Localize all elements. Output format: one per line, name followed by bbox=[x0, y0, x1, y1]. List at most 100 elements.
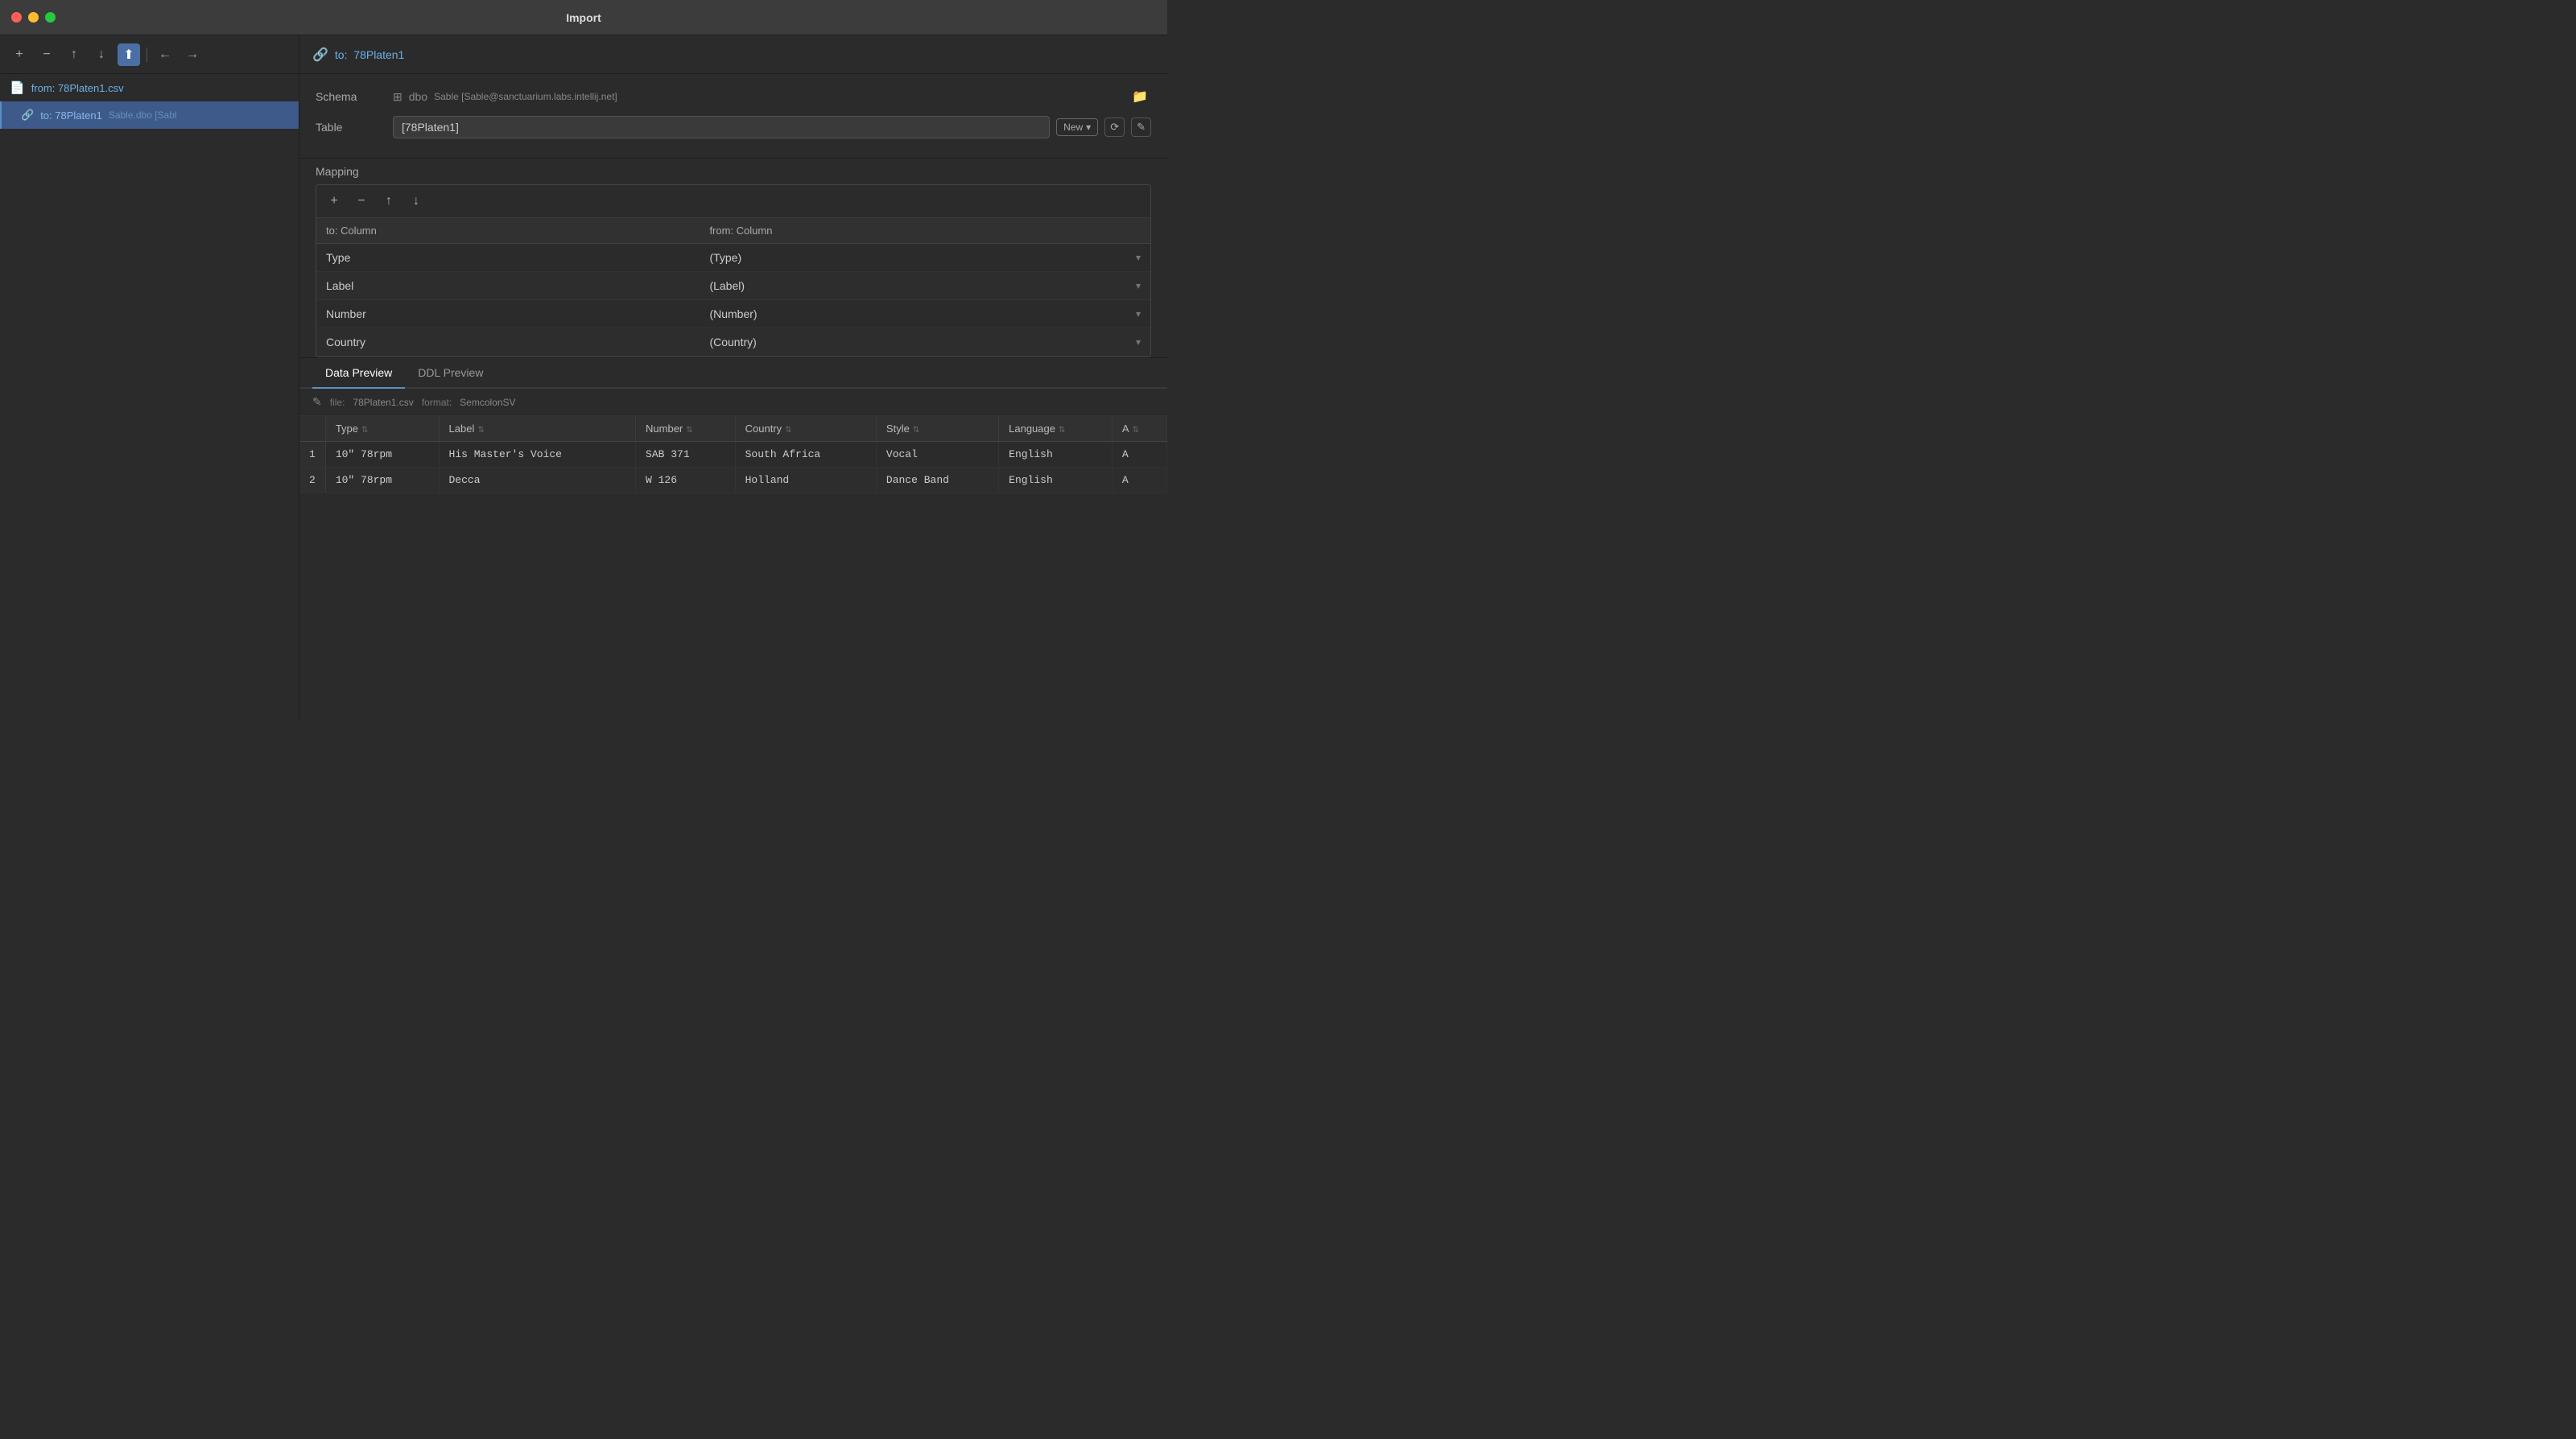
col-header-type[interactable]: Type⇅ bbox=[325, 416, 439, 442]
sort-icon: ⇅ bbox=[1059, 426, 1065, 435]
mapping-from-col[interactable]: (Type) ▾ bbox=[700, 244, 1150, 272]
minimize-button[interactable] bbox=[28, 12, 39, 23]
new-badge[interactable]: New ▾ bbox=[1056, 118, 1098, 136]
mapping-to-col: Label bbox=[316, 272, 700, 300]
schema-detail: Sable [Sable@sanctuarium.labs.intellij.n… bbox=[434, 91, 617, 102]
close-button[interactable] bbox=[11, 12, 22, 23]
col-header-label[interactable]: Label⇅ bbox=[439, 416, 635, 442]
cell-country: Holland bbox=[735, 468, 876, 493]
chevron-icon: ▾ bbox=[1136, 336, 1141, 348]
mapping-to-col: Number bbox=[316, 300, 700, 328]
format-label-static: format: bbox=[422, 397, 452, 408]
mapping-from-value: (Number) bbox=[709, 307, 757, 320]
main-layout: + − ↑ ↓ ⬆ ← → 📄 from: 78Platen1.csv 🔗 to… bbox=[0, 35, 1167, 720]
col-resize-handle[interactable] bbox=[732, 416, 735, 441]
cell-style: Dance Band bbox=[876, 468, 998, 493]
active-button[interactable]: ⬆ bbox=[118, 43, 140, 66]
table-row-form: Table New ▾ ⟳ ✎ bbox=[316, 116, 1151, 138]
tab-bar: Data PreviewDDL Preview bbox=[299, 358, 1167, 389]
left-panel: + − ↑ ↓ ⬆ ← → 📄 from: 78Platen1.csv 🔗 to… bbox=[0, 35, 299, 720]
table-row: 210" 78rpmDeccaW 126HollandDance BandEng… bbox=[299, 468, 1167, 493]
col-header-to: to: Column bbox=[316, 218, 700, 244]
schema-name: dbo bbox=[409, 90, 427, 103]
schema-row: Schema ⊞ dbo Sable [Sable@sanctuarium.la… bbox=[316, 85, 1151, 108]
header-prefix: to: bbox=[335, 48, 348, 61]
col-resize-handle[interactable] bbox=[436, 416, 439, 441]
file-item[interactable]: 📄 from: 78Platen1.csv bbox=[0, 74, 299, 101]
move-up-button[interactable]: ↑ bbox=[63, 43, 85, 66]
mapping-item-label: to: 78Platen1 bbox=[40, 109, 102, 122]
back-button[interactable]: ← bbox=[154, 43, 176, 66]
file-item-label: from: 78Platen1.csv bbox=[31, 82, 124, 94]
mapping-from-value: (Label) bbox=[709, 279, 745, 292]
mapping-toolbar: + − ↑ ↓ bbox=[316, 185, 1150, 218]
chevron-icon: ▾ bbox=[1136, 252, 1141, 263]
table-input-row: New ▾ ⟳ ✎ bbox=[393, 116, 1151, 138]
schema-label: Schema bbox=[316, 90, 380, 103]
col-header-number[interactable]: Number⇅ bbox=[636, 416, 736, 442]
mapping-table: to: Column from: Column Type (Type) ▾ La… bbox=[316, 218, 1150, 357]
col-header-a[interactable]: A⇅ bbox=[1112, 416, 1166, 442]
col-header-country[interactable]: Country⇅ bbox=[735, 416, 876, 442]
form-area: Schema ⊞ dbo Sable [Sable@sanctuarium.la… bbox=[299, 74, 1167, 159]
chevron-icon: ▾ bbox=[1136, 280, 1141, 291]
row-number: 1 bbox=[299, 442, 325, 468]
mapping-row: Type (Type) ▾ bbox=[316, 244, 1150, 272]
mapping-row: Country (Country) ▾ bbox=[316, 328, 1150, 357]
row-num-header bbox=[299, 416, 325, 442]
mapping-from-col[interactable]: (Label) ▾ bbox=[700, 272, 1150, 300]
col-header-style[interactable]: Style⇅ bbox=[876, 416, 998, 442]
mapping-item-detail: Sable.dbo [Sabl bbox=[109, 109, 177, 121]
table-row: 110" 78rpmHis Master's VoiceSAB 371South… bbox=[299, 442, 1167, 468]
add-button[interactable]: + bbox=[8, 43, 31, 66]
mapping-section: Mapping + − ↑ ↓ to: Column from: Column bbox=[299, 159, 1167, 357]
cell-type: 10" 78rpm bbox=[325, 468, 439, 493]
cell-number: SAB 371 bbox=[636, 442, 736, 468]
cell-language: English bbox=[999, 468, 1113, 493]
mapping-down-button[interactable]: ↓ bbox=[405, 190, 427, 212]
mapping-add-button[interactable]: + bbox=[323, 190, 345, 212]
move-down-button[interactable]: ↓ bbox=[90, 43, 113, 66]
col-resize-handle[interactable] bbox=[995, 416, 998, 441]
edit-pencil-icon: ✎ bbox=[312, 395, 322, 409]
tab-ddl-preview[interactable]: DDL Preview bbox=[405, 358, 496, 389]
col-resize-handle[interactable] bbox=[1108, 416, 1112, 441]
mapping-from-col[interactable]: (Country) ▾ bbox=[700, 328, 1150, 357]
link-icon: 🔗 bbox=[21, 109, 34, 122]
right-header-title: to: 78Platen1 bbox=[335, 48, 404, 61]
mapping-remove-button[interactable]: − bbox=[350, 190, 373, 212]
titlebar: Import bbox=[0, 0, 1167, 35]
new-badge-chevron: ▾ bbox=[1086, 122, 1091, 133]
sort-icon: ⇅ bbox=[477, 426, 484, 435]
folder-button[interactable]: 📁 bbox=[1129, 85, 1151, 108]
mapping-row: Number (Number) ▾ bbox=[316, 300, 1150, 328]
col-header-language[interactable]: Language⇅ bbox=[999, 416, 1113, 442]
data-table-container[interactable]: Type⇅Label⇅Number⇅Country⇅Style⇅Language… bbox=[299, 416, 1167, 720]
preview-format-value: SemcolonSV bbox=[460, 397, 515, 408]
right-panel: 🔗 to: 78Platen1 Schema ⊞ dbo Sable [Sabl… bbox=[299, 35, 1167, 720]
maximize-button[interactable] bbox=[45, 12, 56, 23]
mapping-from-value: (Type) bbox=[709, 251, 741, 264]
cell-number: W 126 bbox=[636, 468, 736, 493]
tab-data-preview[interactable]: Data Preview bbox=[312, 358, 405, 389]
window-title: Import bbox=[566, 11, 601, 24]
file-icon: 📄 bbox=[10, 80, 25, 95]
table-input[interactable] bbox=[393, 116, 1050, 138]
remove-button[interactable]: − bbox=[35, 43, 58, 66]
mapping-item[interactable]: 🔗 to: 78Platen1 Sable.dbo [Sabl bbox=[0, 101, 299, 129]
cell-a: A bbox=[1112, 442, 1166, 468]
new-badge-label: New bbox=[1063, 122, 1083, 133]
refresh-button[interactable]: ⟳ bbox=[1104, 118, 1125, 137]
db-icon: ⊞ bbox=[393, 90, 402, 104]
mapping-from-col[interactable]: (Number) ▾ bbox=[700, 300, 1150, 328]
cell-a: A bbox=[1112, 468, 1166, 493]
edit-button[interactable]: ✎ bbox=[1131, 118, 1151, 137]
sort-icon: ⇅ bbox=[361, 426, 368, 435]
col-resize-handle[interactable] bbox=[632, 416, 635, 441]
schema-value: ⊞ dbo Sable [Sable@sanctuarium.labs.inte… bbox=[393, 85, 1151, 108]
col-resize-handle[interactable] bbox=[873, 416, 876, 441]
mapping-up-button[interactable]: ↑ bbox=[378, 190, 400, 212]
cell-country: South Africa bbox=[735, 442, 876, 468]
col-resize-handle[interactable] bbox=[1163, 416, 1166, 441]
forward-button[interactable]: → bbox=[181, 43, 204, 66]
